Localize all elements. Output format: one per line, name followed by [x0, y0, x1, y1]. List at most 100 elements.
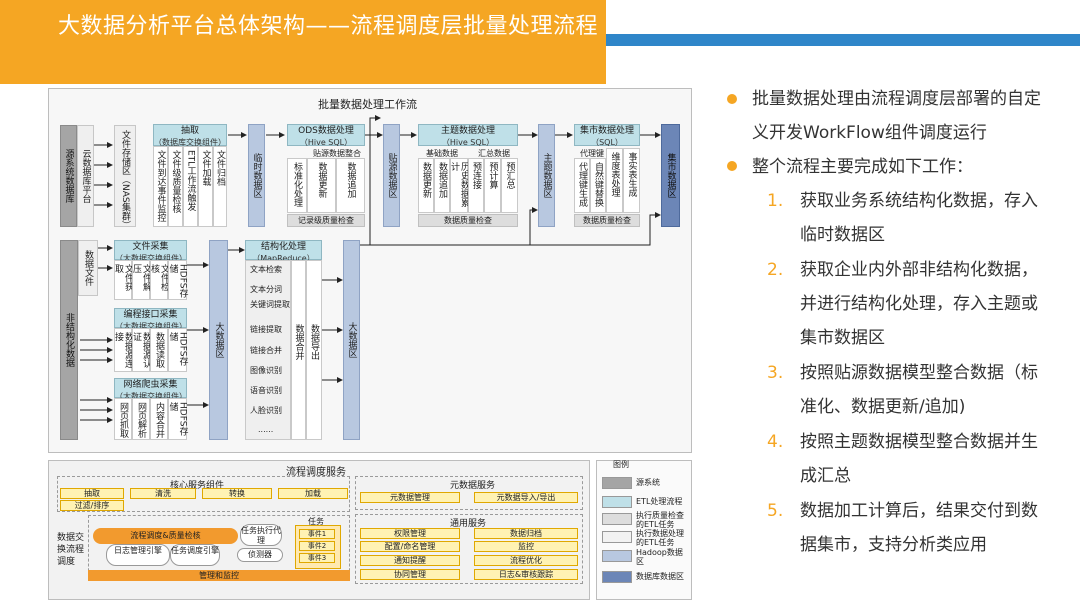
crawler-header: 网络爬虫采集 （大数据交换组件）	[114, 378, 187, 401]
bullet-dot	[727, 161, 737, 171]
step-number: 5.	[767, 501, 784, 521]
ods-quality-check: 记录级质量检查	[287, 214, 365, 227]
flow-quality-engine: 流程调度&质量检核	[93, 528, 238, 544]
file-storage-block: 文件存储区（NAS集群）	[114, 125, 136, 230]
unstructured-data-block: 非结构化数据	[60, 240, 78, 440]
extract-col: 文件归档	[213, 146, 227, 227]
mart-col: 事实表生成	[623, 148, 640, 213]
metadata-title: 元数据服务	[450, 481, 496, 491]
legend-swatch-hadoop	[602, 550, 632, 562]
crawler-col: 网页解析	[132, 398, 150, 440]
legend-swatch-db	[602, 571, 632, 583]
step-number: 2.	[767, 260, 784, 280]
mart-col: 自然键替换	[590, 158, 606, 213]
legend-label: 源系统	[636, 478, 660, 487]
core-item: 转换	[202, 488, 272, 499]
file-collect-col: 文件检核	[149, 260, 169, 300]
step-text: 按照主题数据模型整合数据并生成汇总	[800, 432, 1038, 486]
temp-data-zone: 临时数据区	[248, 124, 265, 227]
core-item: 加载	[278, 488, 348, 499]
subject-col: 预连接	[468, 158, 484, 213]
cloud-platform-block: 云数据库平台	[77, 125, 94, 227]
extract-header: 抽取 （数据库交换组件）	[153, 124, 227, 147]
file-collect-col: 文件获取	[113, 260, 133, 300]
api-collect-col: 数据源连接	[113, 328, 133, 372]
subject-col: 数据更新	[418, 158, 434, 213]
common-item: 协同管理	[360, 569, 460, 580]
task-event: 事件2	[299, 541, 335, 551]
structuring-item: 人脸识别	[250, 406, 282, 415]
common-item: 流程优化	[474, 555, 578, 566]
mgmt-monitor-bar: 管理和监控	[88, 570, 350, 581]
subject-proc-header: 主题数据处理 （Hive SQL）	[418, 124, 518, 147]
mart-proc-header: 集市数据处理 （SQL）	[574, 124, 640, 147]
task-agent: 任务执行代理	[240, 524, 282, 546]
common-item: 日志&审核跟踪	[474, 569, 578, 580]
api-collect-header: 编程接口采集 （大数据交换组件）	[114, 308, 187, 331]
subject-col: 预计算	[484, 158, 501, 213]
common-item: 配置/命名管理	[360, 541, 460, 552]
ods-col: 标准化处理	[287, 158, 307, 213]
step-text: 数据加工计算后，结果交付到数据集市，支持分析类应用	[800, 501, 1038, 555]
api-collect-col: HDFS存储	[168, 328, 188, 372]
mart-col: 代理键生成	[574, 158, 590, 213]
structuring-col: 数据合并	[291, 260, 306, 440]
structuring-item: 图像识别	[250, 366, 282, 375]
source-system-block: 源系统数据库	[60, 125, 77, 227]
core-item: 过滤/排序	[60, 500, 124, 511]
legend-swatch-source	[602, 477, 632, 489]
legend-swatch-etl	[602, 496, 632, 508]
task-sched-engine: 任务调度引擎	[170, 544, 220, 566]
subject-quality-check: 数据质量检查	[418, 214, 518, 227]
subject-col: 数据追加	[434, 158, 450, 213]
detector: 侦测器	[237, 548, 283, 562]
step-number: 4.	[767, 432, 784, 452]
crawler-col: HDFS存储	[168, 398, 188, 440]
bullet-text: 批量数据处理由流程调度层部署的自定义开发WorkFlow组件调度运行	[752, 89, 1041, 143]
bigdata-zone-2: 大数据区	[343, 240, 360, 440]
extract-col: 文件级质量检核	[168, 146, 183, 227]
extract-col: 文件到达事件监控	[153, 146, 168, 227]
file-collect-col: HDFS存储	[168, 260, 188, 300]
api-collect-col: 数据读取	[150, 328, 168, 372]
core-item: 清洗	[130, 488, 196, 499]
bullet-dot	[727, 94, 737, 104]
task-event: 事件3	[299, 553, 335, 563]
step-text: 按照贴源数据模型整合数据（标准化、数据更新/追加)	[800, 363, 1038, 417]
legend-label: 执行质量检查的ETL任务	[636, 511, 684, 529]
structuring-header: 结构化处理 （MapReduce）	[245, 240, 322, 263]
api-collect-col: 数据源认证	[131, 328, 151, 372]
mart-data-zone: 集市数据区	[661, 124, 680, 227]
step-number: 3.	[767, 363, 784, 383]
data-files-block: 数据文件	[78, 240, 98, 296]
file-collect-col: 文件解压	[131, 260, 151, 300]
structuring-col: 数据导出	[306, 260, 322, 440]
bullet-text: 整个流程主要完成如下工作：	[752, 157, 973, 177]
legend-label: 执行数据处理的ETL任务	[636, 529, 684, 547]
legend-swatch-quality	[602, 513, 632, 525]
task-event: 事件1	[299, 529, 335, 539]
extract-col: 文件加载	[198, 146, 213, 227]
ods-header: ODS数据处理 （Hive SQL）	[287, 124, 365, 147]
extract-col: ETL工作流触发	[183, 146, 198, 227]
legend-swatch-process	[602, 531, 632, 543]
structuring-item: 文本分词	[250, 285, 282, 294]
structuring-item: 关键词提取	[250, 300, 290, 309]
step-number: 1.	[767, 191, 784, 211]
step-text: 获取业务系统结构化数据，存入临时数据区	[800, 191, 1038, 245]
common-item: 数据归档	[474, 528, 578, 539]
exchange-flow-label: 数据交换流程调度	[57, 533, 85, 567]
metadata-item: 元数据导入/导出	[474, 492, 578, 503]
crawler-col: 内容合并	[150, 398, 168, 440]
common-item: 通知提醒	[360, 555, 460, 566]
ods-col: 数据追加	[336, 158, 365, 213]
mart-quality-check: 数据质量检查	[574, 214, 640, 227]
legend-label: 数据库数据区	[636, 572, 684, 581]
crawler-col: 网页抓取	[114, 398, 132, 440]
step-text: 获取企业内外部非结构化数据，并进行结构化处理，存入主题或集市数据区	[800, 260, 1038, 348]
legend-label: Hadoop数据区	[636, 548, 683, 566]
subject-col: 历史数据累计	[449, 158, 469, 213]
ods-col: 数据更新	[307, 158, 336, 213]
core-item: 抽取	[60, 488, 124, 499]
common-item: 监控	[474, 541, 578, 552]
